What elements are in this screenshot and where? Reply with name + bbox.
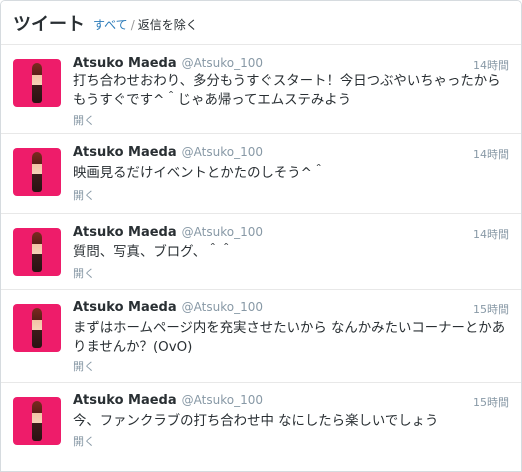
avatar-figure [32, 308, 42, 348]
tweet-timestamp[interactable]: 14時間 [473, 146, 509, 162]
open-tweet-link[interactable]: 開く [73, 265, 95, 281]
tweet-timestamp[interactable]: 15時間 [473, 301, 509, 317]
tweet-item[interactable]: Atsuko Maeda @Atsuko_100 14時間 打ち合わせおわり、多… [1, 45, 521, 134]
tweet-timestamp[interactable]: 14時間 [473, 57, 509, 73]
author-name[interactable]: Atsuko Maeda [73, 300, 177, 315]
tweet-filter: すべて / 返信を除く [93, 16, 198, 33]
tweet-timestamp[interactable]: 14時間 [473, 226, 509, 242]
tweet-text: 映画見るだけイベントとかたのしそう^＾ [73, 166, 326, 181]
author-handle[interactable]: @Atsuko_100 [182, 300, 263, 314]
tweet-text: 打ち合わせおわり、多分もうすぐスタート！今日つぶやいちゃったからもうすぐです^＾… [73, 74, 501, 108]
author-name[interactable]: Atsuko Maeda [73, 393, 177, 408]
tweet-item[interactable]: Atsuko Maeda @Atsuko_100 14時間 質問、写真、ブログ、… [1, 214, 521, 290]
tweet-item[interactable]: Atsuko Maeda @Atsuko_100 15時間 まずはホームページ内… [1, 290, 521, 383]
avatar-figure [32, 63, 42, 103]
author-handle[interactable]: @Atsuko_100 [182, 145, 263, 159]
author-handle[interactable]: @Atsuko_100 [182, 393, 263, 407]
tweet-header: Atsuko Maeda @Atsuko_100 [73, 225, 263, 240]
tweet-header: Atsuko Maeda @Atsuko_100 [73, 300, 263, 315]
panel-header: ツイート すべて / 返信を除く [1, 1, 521, 45]
tweet-item[interactable]: Atsuko Maeda @Atsuko_100 15時間 今、ファンクラブの打… [1, 383, 521, 471]
tweet-timestamp[interactable]: 15時間 [473, 394, 509, 410]
filter-no-replies-link[interactable]: 返信を除く [138, 18, 198, 32]
open-tweet-link[interactable]: 開く [73, 358, 95, 374]
tweet-header: Atsuko Maeda @Atsuko_100 [73, 56, 263, 71]
author-name[interactable]: Atsuko Maeda [73, 145, 177, 160]
page-title: ツイート [13, 13, 85, 35]
tweet-text: 質問、写真、ブログ、＾＾ [73, 245, 233, 260]
avatar[interactable] [13, 148, 61, 196]
open-tweet-link[interactable]: 開く [73, 433, 95, 449]
filter-separator: / [130, 17, 135, 32]
author-handle[interactable]: @Atsuko_100 [182, 56, 263, 70]
open-tweet-link[interactable]: 開く [73, 187, 95, 203]
avatar-figure [32, 401, 42, 441]
filter-all-link[interactable]: すべて [93, 18, 128, 32]
avatar[interactable] [13, 59, 61, 107]
author-name[interactable]: Atsuko Maeda [73, 225, 177, 240]
avatar[interactable] [13, 228, 61, 276]
avatar[interactable] [13, 397, 61, 445]
open-tweet-link[interactable]: 開く [73, 112, 95, 128]
tweet-header: Atsuko Maeda @Atsuko_100 [73, 393, 263, 408]
author-name[interactable]: Atsuko Maeda [73, 56, 177, 71]
tweet-header: Atsuko Maeda @Atsuko_100 [73, 145, 263, 160]
avatar-figure [32, 232, 42, 272]
avatar-figure [32, 152, 42, 192]
avatar[interactable] [13, 304, 61, 352]
tweet-text: 今、ファンクラブの打ち合わせ中 なにしたら楽しいでしょう [73, 414, 439, 429]
tweet-text: まずはホームページ内を充実させたいから なんかみたいコーナーとかありませんか？(… [73, 321, 506, 355]
tweet-item[interactable]: Atsuko Maeda @Atsuko_100 14時間 映画見るだけイベント… [1, 134, 521, 214]
author-handle[interactable]: @Atsuko_100 [182, 225, 263, 239]
tweets-panel: ツイート すべて / 返信を除く Atsuko Maeda @Atsuko_100 … [0, 0, 522, 472]
